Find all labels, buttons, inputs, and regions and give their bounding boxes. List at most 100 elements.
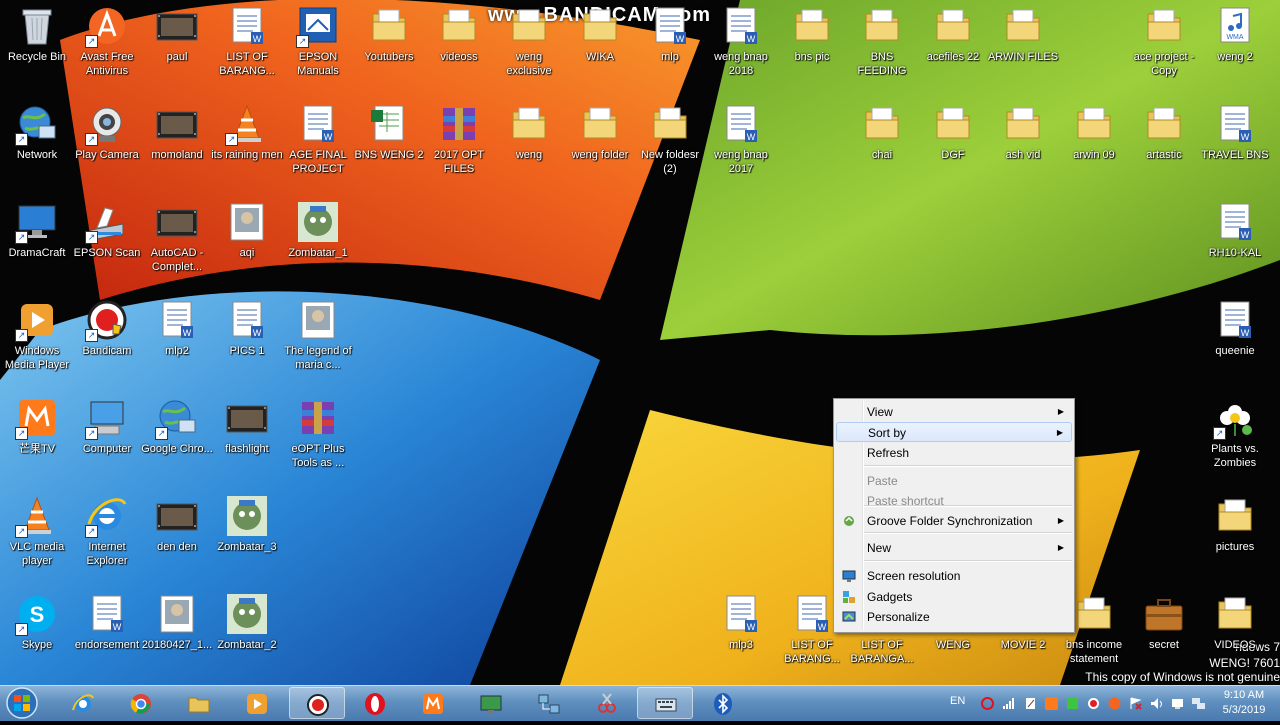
taskbar-button-network-app[interactable] [521,687,577,719]
desktop-icon[interactable]: flashlight [210,392,284,482]
desktop-icon[interactable]: ↗ Google Chro... [140,392,214,482]
svg-text:W: W [747,622,756,632]
screen-resolution-icon [842,569,856,583]
desktop-icon[interactable]: The legend of maria c... [281,294,355,384]
desktop-icon[interactable]: videoss [422,0,496,90]
desktop-icon[interactable]: ↗ Computer [70,392,144,482]
desktop-icon[interactable]: ↗ Bandicam [70,294,144,384]
desktop-icon[interactable]: W LIST OF BARANG... [210,0,284,90]
taskbar-button-keyboard[interactable] [637,687,693,719]
desktop-icon[interactable]: Zombatar_2 [210,588,284,678]
desktop-icon[interactable]: W AGE FINAL PROJECT [281,98,355,188]
green-status-icon[interactable] [1066,697,1079,710]
desktop[interactable]: www.BANDICAM.com ndows 7 WENG! 7601 This… [0,0,1280,685]
taskbar-button-internet-explorer[interactable] [55,687,111,719]
desktop-icon[interactable]: WMA weng 2 [1198,0,1272,90]
desktop-icon[interactable]: BNS WENG 2 [352,98,426,188]
desktop-icon[interactable]: chai [845,98,919,188]
bandicam-tray-icon[interactable] [1087,697,1100,710]
desktop-icon[interactable]: DGF [916,98,990,188]
desktop-icon[interactable]: BNS FEEDING [845,0,919,90]
desktop-icon[interactable]: weng exclusive [492,0,566,90]
volume-icon[interactable] [1150,697,1163,710]
desktop-icon[interactable]: ↗ Internet Explorer [70,490,144,580]
desktop-icon[interactable]: momoland [140,98,214,188]
clock[interactable]: 9:10 AM 5/3/2019 [1208,688,1280,718]
taskbar-button-snipping[interactable] [579,687,635,719]
opera-tray-icon[interactable] [981,697,994,710]
desktop-icon[interactable]: ARWIN FILES [986,0,1060,90]
menu-item-gadgets[interactable]: Gadgets [836,587,1072,607]
desktop-icon[interactable]: 2017 OPT FILES [422,98,496,188]
taskbar-button-file-explorer[interactable] [171,687,227,719]
desktop-icon[interactable]: Recycle Bin [0,0,74,90]
taskbar-button-bluetooth[interactable] [695,687,751,719]
desktop-icon[interactable]: Wmlp2 [140,294,214,384]
menu-item-groove-folder-synchronization[interactable]: Groove Folder Synchronization ▶ [836,511,1072,531]
desktop-icon[interactable]: paul [140,0,214,90]
desktop-icon[interactable]: S ↗ Skype [0,588,74,678]
display-tray-icon[interactable] [1171,697,1184,710]
desktop-icon[interactable]: ↗ DramaCraft [0,196,74,286]
desktop-icon[interactable]: ↗ Network [0,98,74,188]
desktop-icon[interactable]: Zombatar_1 [281,196,355,286]
menu-item-new[interactable]: New ▶ [836,538,1072,558]
desktop-icon[interactable]: artastic [1127,98,1201,188]
desktop-icon[interactable]: arwin 09 [1057,98,1131,188]
desktop-icon[interactable]: New foldesr (2) [633,98,707,188]
menu-item-view[interactable]: View ▶ [836,402,1072,422]
desktop-icon[interactable]: W RH10-KAL [1198,196,1272,286]
desktop-icon[interactable]: Wweng bnap 2018 [704,0,778,90]
desktop-icon[interactable]: ↗ VLC media player [0,490,74,580]
desktop-icon[interactable]: pictures [1198,490,1272,580]
desktop-icon[interactable]: Wmlp3 [704,588,778,678]
desktop-icon[interactable]: ↗ Plants vs. Zombies [1198,392,1272,482]
desktop-icon[interactable]: den den [140,490,214,580]
menu-item-personalize[interactable]: Personalize [836,607,1072,627]
desktop-icon[interactable]: bns pic [775,0,849,90]
taskbar-button-chrome[interactable] [113,687,169,719]
taskbar-button-mango-tv[interactable] [405,687,461,719]
network-tray-icon[interactable] [1192,697,1205,710]
desktop-icon[interactable]: W PICS 1 [210,294,284,384]
menu-item-refresh[interactable]: Refresh [836,443,1072,463]
desktop-icon[interactable]: ash vid [986,98,1060,188]
desktop-icon[interactable]: ace project - Copy [1127,0,1201,90]
desktop-icon[interactable]: Zombatar_3 [210,490,284,580]
desktop-icon[interactable]: secret [1127,588,1201,678]
desktop-icon[interactable]: Wendorsement [70,588,144,678]
desktop-icon[interactable]: Youtubers [352,0,426,90]
signal-icon[interactable] [1002,697,1015,710]
taskbar-button-media-player[interactable] [229,687,285,719]
desktop-icon[interactable]: ↗ Avast Free Antivirus [70,0,144,90]
desktop-icon[interactable]: eOPT Plus Tools as ... [281,392,355,482]
action-center-flag-icon[interactable] [1129,697,1142,710]
menu-item-screen-resolution[interactable]: Screen resolution [836,566,1072,586]
desktop-icon[interactable]: ↗ EPSON Scan [70,196,144,286]
taskbar-button-opera[interactable] [347,687,403,719]
mango-tray-icon[interactable] [1045,697,1058,710]
desktop-icon[interactable]: weng [492,98,566,188]
desktop-icon[interactable]: aqi [210,196,284,286]
desktop-icon[interactable]: Wmlp [633,0,707,90]
desktop-icon[interactable]: acefiles 22 [916,0,990,90]
taskbar-button-screen-app[interactable] [463,687,519,719]
start-button[interactable] [2,686,42,720]
pen-tablet-icon[interactable] [1024,697,1037,710]
desktop-icon[interactable]: ↗ 芒果TV [0,392,74,482]
menu-item-sort-by[interactable]: Sort by ▶ [836,422,1072,442]
avast-tray-icon[interactable] [1108,697,1121,710]
desktop-icon[interactable]: weng folder [563,98,637,188]
taskbar-button-bandicam[interactable] [289,687,345,719]
desktop-icon[interactable]: ↗ Play Camera [70,98,144,188]
desktop-icon[interactable]: VIDEOS [1198,588,1272,678]
desktop-icon[interactable]: W TRAVEL BNS [1198,98,1272,188]
desktop-icon[interactable]: ↗ Windows Media Player [0,294,74,384]
desktop-icon[interactable]: ↗ EPSON Manuals [281,0,355,90]
desktop-icon[interactable]: Wqueenie [1198,294,1272,384]
desktop-icon[interactable]: WIKA [563,0,637,90]
desktop-icon[interactable]: ↗ its raining men [210,98,284,188]
desktop-icon[interactable]: 20180427_1... [140,588,214,678]
desktop-icon[interactable]: Wweng bnap 2017 [704,98,778,188]
desktop-icon[interactable]: AutoCAD - Complet... [140,196,214,286]
